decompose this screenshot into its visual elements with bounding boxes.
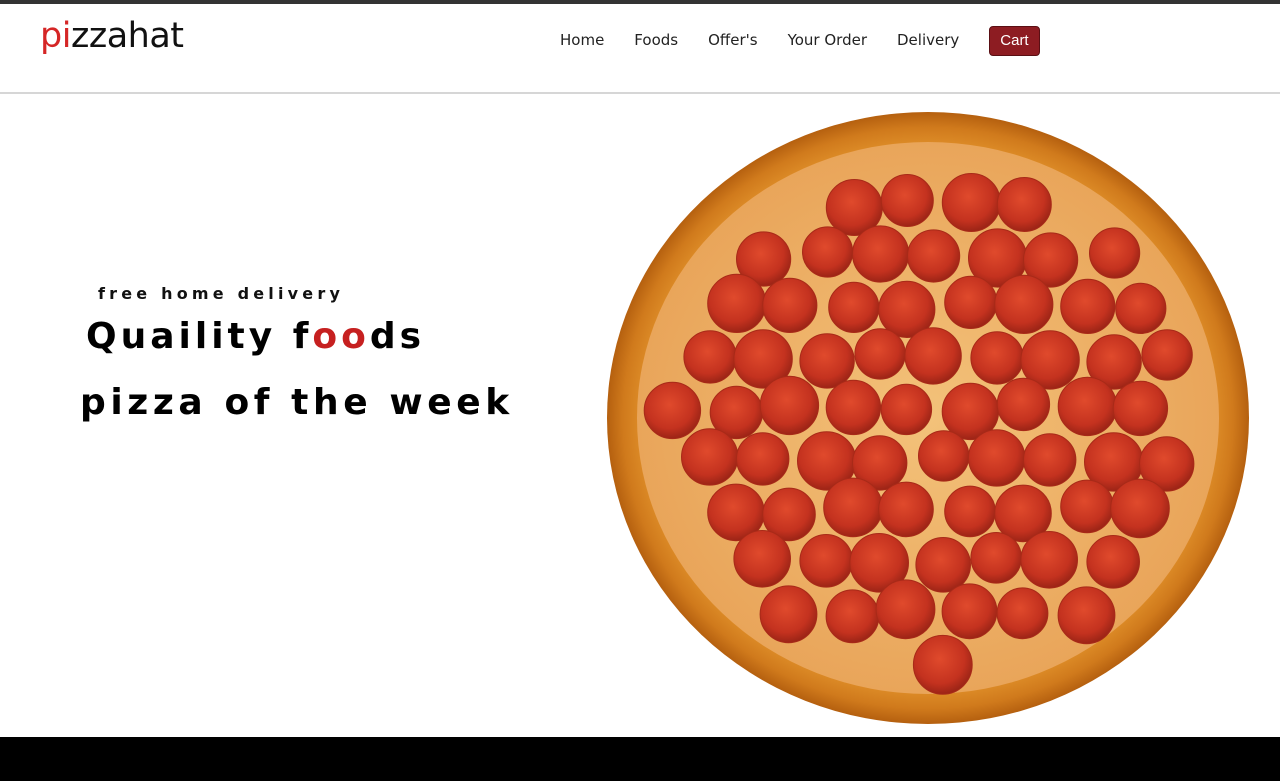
headline-part1: Quaility f bbox=[86, 316, 313, 357]
pepperoni-slice bbox=[825, 379, 882, 436]
pepperoni-slice bbox=[1141, 329, 1193, 381]
pepperoni-slice bbox=[823, 477, 883, 538]
pepperoni-slice bbox=[759, 375, 820, 436]
pepperoni-slice bbox=[941, 173, 1001, 232]
pepperoni-slice bbox=[944, 275, 998, 329]
pepperoni-slice bbox=[1115, 282, 1167, 334]
pepperoni-slice bbox=[681, 428, 739, 486]
pepperoni-slice bbox=[1086, 535, 1141, 589]
pepperoni-slice bbox=[1057, 376, 1118, 437]
pepperoni-slice bbox=[643, 381, 702, 440]
headline-accent: oo bbox=[312, 316, 370, 357]
pepperoni-slice bbox=[904, 327, 962, 385]
pepperoni-slice bbox=[944, 485, 996, 538]
nav-home[interactable]: Home bbox=[560, 31, 604, 49]
pepperoni-slice bbox=[762, 277, 818, 333]
pepperoni-slice bbox=[802, 226, 854, 278]
logo-accent: pi bbox=[40, 16, 71, 56]
logo[interactable]: pizzahat bbox=[40, 16, 184, 56]
pepperoni-slice bbox=[854, 328, 906, 380]
hero-subheadline: pizza of the week bbox=[80, 382, 514, 423]
hero-headline: Quaility foods bbox=[86, 316, 425, 357]
pepperoni-slice bbox=[907, 229, 961, 283]
pepperoni-slice bbox=[1089, 227, 1141, 279]
pepperoni-slice bbox=[878, 481, 934, 538]
pepperoni-slice bbox=[1110, 478, 1170, 539]
pepperoni-slice bbox=[733, 530, 791, 588]
pepperoni-slice bbox=[1112, 380, 1169, 437]
pepperoni-slice bbox=[683, 330, 737, 384]
pepperoni-slice bbox=[825, 589, 880, 644]
pepperoni-slice bbox=[918, 430, 970, 482]
pepperoni-slice bbox=[1060, 278, 1116, 334]
pepperoni-slice bbox=[707, 273, 767, 333]
pepperoni-slice bbox=[799, 534, 853, 588]
pepperoni-slice bbox=[736, 432, 790, 486]
pepperoni-slice bbox=[970, 331, 1024, 385]
cart-button[interactable]: Cart bbox=[989, 26, 1040, 56]
pepperoni-slice bbox=[1057, 586, 1116, 645]
hero-tagline: free home delivery bbox=[98, 284, 345, 303]
pepperoni-slice bbox=[759, 585, 818, 644]
pepperoni-slice bbox=[915, 537, 972, 593]
main-nav: Home Foods Offer's Your Order Delivery C… bbox=[560, 24, 1040, 56]
pepperoni-slice bbox=[994, 274, 1054, 334]
headline-part2: ds bbox=[369, 316, 426, 357]
pepperoni-slice bbox=[1023, 433, 1077, 487]
site-header: pizzahat Home Foods Offer's Your Order D… bbox=[0, 4, 1280, 94]
nav-delivery[interactable]: Delivery bbox=[897, 31, 959, 49]
logo-rest: zzahat bbox=[70, 16, 184, 56]
pepperoni-slice bbox=[875, 579, 936, 640]
footer-bar bbox=[0, 737, 1280, 781]
pizza-image bbox=[607, 112, 1249, 724]
hero-section: free home delivery Quaility foods pizza … bbox=[0, 94, 1280, 737]
pepperoni-slice bbox=[996, 587, 1049, 640]
pepperoni-slice bbox=[1060, 479, 1114, 534]
pepperoni-slice bbox=[880, 174, 934, 227]
nav-your-order[interactable]: Your Order bbox=[788, 31, 867, 49]
pepperoni-slice bbox=[1020, 531, 1079, 589]
pepperoni-slice bbox=[852, 225, 910, 283]
pepperoni-slice bbox=[828, 281, 880, 333]
pepperoni-slice bbox=[970, 532, 1023, 584]
nav-foods[interactable]: Foods bbox=[634, 31, 678, 49]
pepperoni-slice bbox=[968, 429, 1026, 487]
pepperoni-slice bbox=[996, 177, 1052, 232]
pepperoni-slice bbox=[912, 634, 973, 695]
nav-offers[interactable]: Offer's bbox=[708, 31, 757, 49]
pepperoni-slice bbox=[996, 377, 1051, 432]
pepperoni-slice bbox=[941, 583, 998, 640]
pepperoni-slice bbox=[880, 383, 933, 436]
pepperoni-slice bbox=[799, 333, 855, 389]
